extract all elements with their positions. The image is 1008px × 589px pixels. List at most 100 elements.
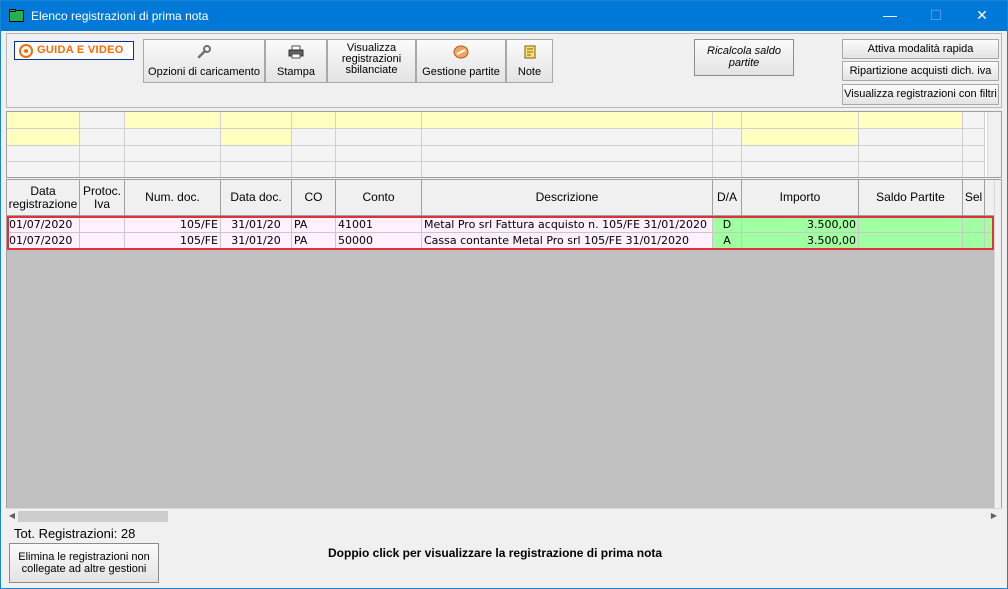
cell-sel[interactable] bbox=[963, 233, 985, 249]
cell-conto[interactable]: 41001 bbox=[336, 217, 422, 233]
note-button[interactable]: Note bbox=[506, 39, 553, 83]
cell-data-doc[interactable]: 31/01/20 bbox=[221, 217, 292, 233]
filter-cell[interactable] bbox=[292, 162, 336, 177]
filter-cell[interactable] bbox=[422, 162, 713, 177]
filter-descrizione[interactable] bbox=[422, 112, 713, 129]
visualizza-filtri-button[interactable]: Visualizza registrazioni con filtri bbox=[842, 84, 999, 105]
filter-data-doc-2[interactable] bbox=[221, 129, 292, 146]
visualizza-sbilanciate-button[interactable]: Visualizza registrazioni sbilanciate bbox=[327, 39, 416, 83]
filter-cell[interactable] bbox=[422, 146, 713, 162]
header-importo[interactable]: Importo bbox=[742, 180, 859, 216]
filter-cell[interactable] bbox=[221, 146, 292, 162]
filter-cell[interactable] bbox=[336, 146, 422, 162]
filter-sel[interactable] bbox=[963, 112, 985, 129]
cell-da[interactable]: D bbox=[713, 217, 742, 233]
stampa-button[interactable]: Stampa bbox=[265, 39, 327, 83]
ricalcola-saldo-button[interactable]: Ricalcola saldo partite bbox=[694, 39, 794, 76]
cell-sel[interactable] bbox=[963, 217, 985, 233]
filter-scrollbar[interactable] bbox=[987, 112, 1001, 177]
grid-horizontal-scrollbar[interactable]: ◀ ▶ bbox=[6, 508, 1002, 524]
filter-conto[interactable] bbox=[336, 112, 422, 129]
filter-data-reg-2[interactable] bbox=[7, 129, 80, 146]
filter-cell[interactable] bbox=[221, 162, 292, 177]
cell-co[interactable]: PA bbox=[292, 217, 336, 233]
filter-data-reg[interactable] bbox=[7, 112, 80, 129]
ripartizione-acquisti-button[interactable]: Ripartizione acquisti dich. iva bbox=[842, 61, 999, 81]
filter-cell[interactable] bbox=[80, 146, 125, 162]
filter-cell[interactable] bbox=[125, 162, 221, 177]
filter-cell[interactable] bbox=[7, 146, 80, 162]
filter-cell[interactable] bbox=[7, 162, 80, 177]
header-data-doc[interactable]: Data doc. bbox=[221, 180, 292, 216]
cell-da[interactable]: A bbox=[713, 233, 742, 249]
filter-importo[interactable] bbox=[742, 112, 859, 129]
header-num-doc[interactable]: Num. doc. bbox=[125, 180, 221, 216]
filter-num-doc-2[interactable] bbox=[125, 129, 221, 146]
filter-protoc-2[interactable] bbox=[80, 129, 125, 146]
scroll-thumb[interactable] bbox=[18, 511, 168, 522]
scroll-right-icon[interactable]: ▶ bbox=[988, 509, 1000, 523]
cell-num-doc[interactable]: 105/FE bbox=[125, 233, 221, 249]
filter-cell[interactable] bbox=[336, 162, 422, 177]
filter-protoc[interactable] bbox=[80, 112, 125, 129]
opzioni-label: Opzioni di caricamento bbox=[148, 66, 260, 78]
header-conto[interactable]: Conto bbox=[336, 180, 422, 216]
double-click-hint: Doppio click per visualizzare la registr… bbox=[328, 546, 663, 560]
filter-cell[interactable] bbox=[742, 146, 859, 162]
header-co[interactable]: CO bbox=[292, 180, 336, 216]
close-button[interactable]: ✕ bbox=[959, 1, 1005, 31]
cell-descrizione[interactable]: Metal Pro srl Fattura acquisto n. 105/FE… bbox=[422, 217, 713, 233]
filter-importo-2[interactable] bbox=[742, 129, 859, 146]
cell-data-registrazione[interactable]: 01/07/2020 bbox=[7, 233, 80, 249]
filter-conto-2[interactable] bbox=[336, 129, 422, 146]
header-saldo-partite[interactable]: Saldo Partite bbox=[859, 180, 963, 216]
cell-conto[interactable]: 50000 bbox=[336, 233, 422, 249]
cell-protoc-iva[interactable] bbox=[80, 233, 125, 249]
opzioni-caricamento-button[interactable]: Opzioni di caricamento bbox=[143, 39, 265, 83]
filter-sel-2[interactable] bbox=[963, 129, 985, 146]
filter-cell[interactable] bbox=[292, 146, 336, 162]
elimina-registrazioni-button[interactable]: Elimina le registrazioni non collegate a… bbox=[9, 543, 159, 583]
attiva-modalita-rapida-button[interactable]: Attiva modalità rapida bbox=[842, 39, 999, 59]
cell-saldo-partite[interactable] bbox=[859, 233, 963, 249]
grid-vertical-scrollbar[interactable] bbox=[994, 180, 1001, 522]
filter-cell[interactable] bbox=[963, 162, 985, 177]
filter-saldo[interactable] bbox=[859, 112, 963, 129]
guida-video-button[interactable]: GUIDA E VIDEO bbox=[14, 41, 134, 60]
filter-cell[interactable] bbox=[713, 162, 742, 177]
tot-registrazioni: Tot. Registrazioni: 28 bbox=[14, 526, 136, 541]
filter-co-2[interactable] bbox=[292, 129, 336, 146]
filter-cell[interactable] bbox=[125, 146, 221, 162]
cell-saldo-partite[interactable] bbox=[859, 217, 963, 233]
cell-descrizione[interactable]: Cassa contante Metal Pro srl 105/FE 31/0… bbox=[422, 233, 713, 249]
filter-cell[interactable] bbox=[80, 162, 125, 177]
filter-data-doc[interactable] bbox=[221, 112, 292, 129]
cell-co[interactable]: PA bbox=[292, 233, 336, 249]
gestione-partite-button[interactable]: Gestione partite bbox=[416, 39, 506, 83]
header-da[interactable]: D/A bbox=[713, 180, 742, 216]
header-data-registrazione[interactable]: Data registrazione bbox=[7, 180, 80, 216]
filter-da[interactable] bbox=[713, 112, 742, 129]
filter-cell[interactable] bbox=[742, 162, 859, 177]
filter-cell[interactable] bbox=[859, 146, 963, 162]
filter-num-doc[interactable] bbox=[125, 112, 221, 129]
cell-num-doc[interactable]: 105/FE bbox=[125, 217, 221, 233]
header-descrizione[interactable]: Descrizione bbox=[422, 180, 713, 216]
filter-cell[interactable] bbox=[713, 146, 742, 162]
cell-importo[interactable]: 3.500,00 bbox=[742, 217, 859, 233]
scroll-left-icon[interactable]: ◀ bbox=[6, 509, 18, 523]
cell-data-doc[interactable]: 31/01/20 bbox=[221, 233, 292, 249]
header-protoc-iva[interactable]: Protoc. Iva bbox=[80, 180, 125, 216]
filter-cell[interactable] bbox=[963, 146, 985, 162]
minimize-button[interactable]: — bbox=[867, 1, 913, 31]
maximize-button[interactable]: ☐ bbox=[913, 1, 959, 31]
cell-protoc-iva[interactable] bbox=[80, 217, 125, 233]
filter-co[interactable] bbox=[292, 112, 336, 129]
cell-importo[interactable]: 3.500,00 bbox=[742, 233, 859, 249]
filter-descrizione-2[interactable] bbox=[422, 129, 713, 146]
filter-cell[interactable] bbox=[859, 162, 963, 177]
header-sel[interactable]: Sel bbox=[963, 180, 985, 216]
filter-da-2[interactable] bbox=[713, 129, 742, 146]
filter-saldo-2[interactable] bbox=[859, 129, 963, 146]
cell-data-registrazione[interactable]: 01/07/2020 bbox=[7, 217, 80, 233]
